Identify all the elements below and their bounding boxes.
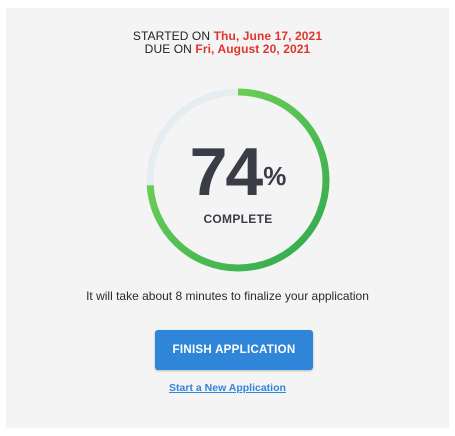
progress-ring: 74% COMPLETE [142,84,334,276]
application-progress-card: STARTED ON Thu, June 17, 2021 DUE ON Fri… [6,8,449,428]
start-new-application-link[interactable]: Start a New Application [169,382,286,394]
date-info: STARTED ON Thu, June 17, 2021 DUE ON Fri… [6,30,449,56]
progress-label: COMPLETE [203,212,273,226]
started-date: Thu, June 17, 2021 [213,29,323,43]
due-label: DUE ON [144,42,192,56]
due-row: DUE ON Fri, August 20, 2021 [6,43,449,56]
started-label: STARTED ON [132,29,211,43]
progress-percent: 74% [142,138,334,206]
percent-value: 74 [189,134,264,210]
start-new-application-link-wrap: Start a New Application [6,382,449,394]
finish-application-button[interactable]: FINISH APPLICATION [155,330,313,370]
time-estimate: It will take about 8 minutes to finalize… [86,289,369,303]
due-date: Fri, August 20, 2021 [195,42,311,56]
percent-sign: % [263,161,287,191]
